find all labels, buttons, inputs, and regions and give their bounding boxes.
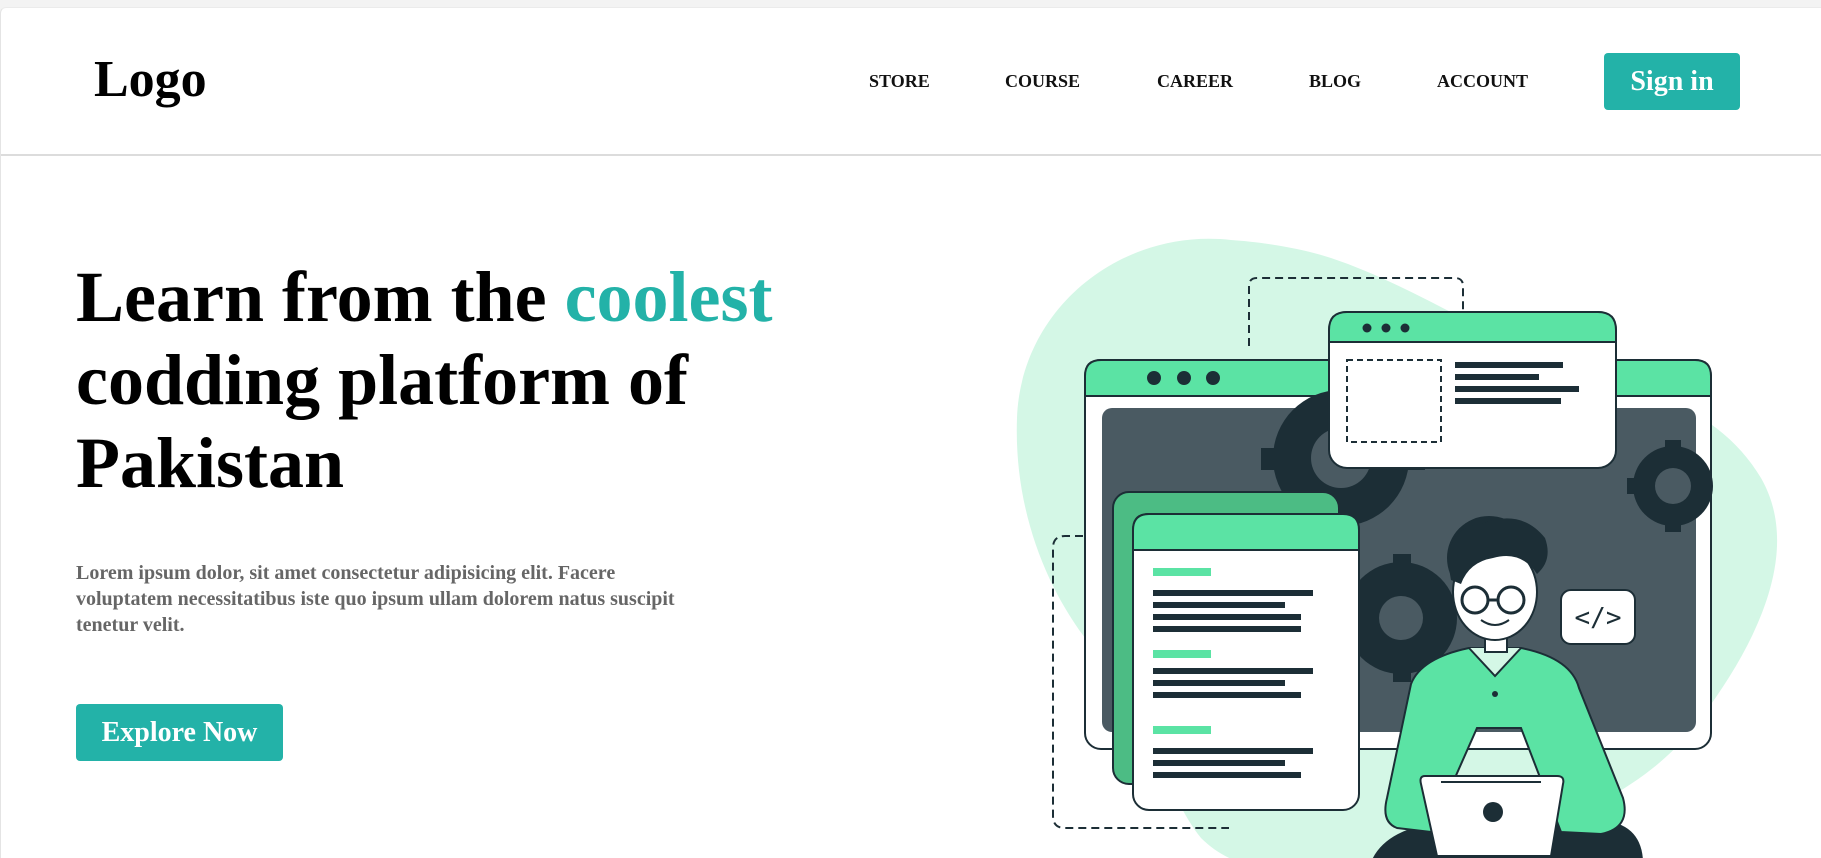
code-tag-text: </> <box>1575 603 1622 633</box>
hero-description: Lorem ipsum dolor, sit amet consectetur … <box>76 562 675 636</box>
nav-course[interactable]: COURSE <box>1005 72 1080 90</box>
hero-title-part2: codding platform of Pakistan <box>76 340 688 503</box>
hero-title: Learn from the coolest codding platform … <box>76 256 856 505</box>
explore-now-button[interactable]: Explore Now <box>76 704 283 761</box>
nav-career[interactable]: CAREER <box>1157 72 1233 90</box>
coding-illustration: </> <box>1016 238 1778 858</box>
site-header: Logo STORE COURSE CAREER BLOG ACCOUNT Si… <box>1 8 1821 156</box>
nav-store[interactable]: STORE <box>869 72 930 90</box>
hero-title-part1: Learn from the <box>76 257 565 337</box>
nav-account[interactable]: ACCOUNT <box>1437 72 1528 90</box>
sign-in-button[interactable]: Sign in <box>1604 53 1740 110</box>
logo[interactable]: Logo <box>94 54 207 106</box>
hero-title-accent: coolest <box>564 257 773 337</box>
page: Logo STORE COURSE CAREER BLOG ACCOUNT Si… <box>0 7 1821 858</box>
nav-blog[interactable]: BLOG <box>1309 72 1361 90</box>
